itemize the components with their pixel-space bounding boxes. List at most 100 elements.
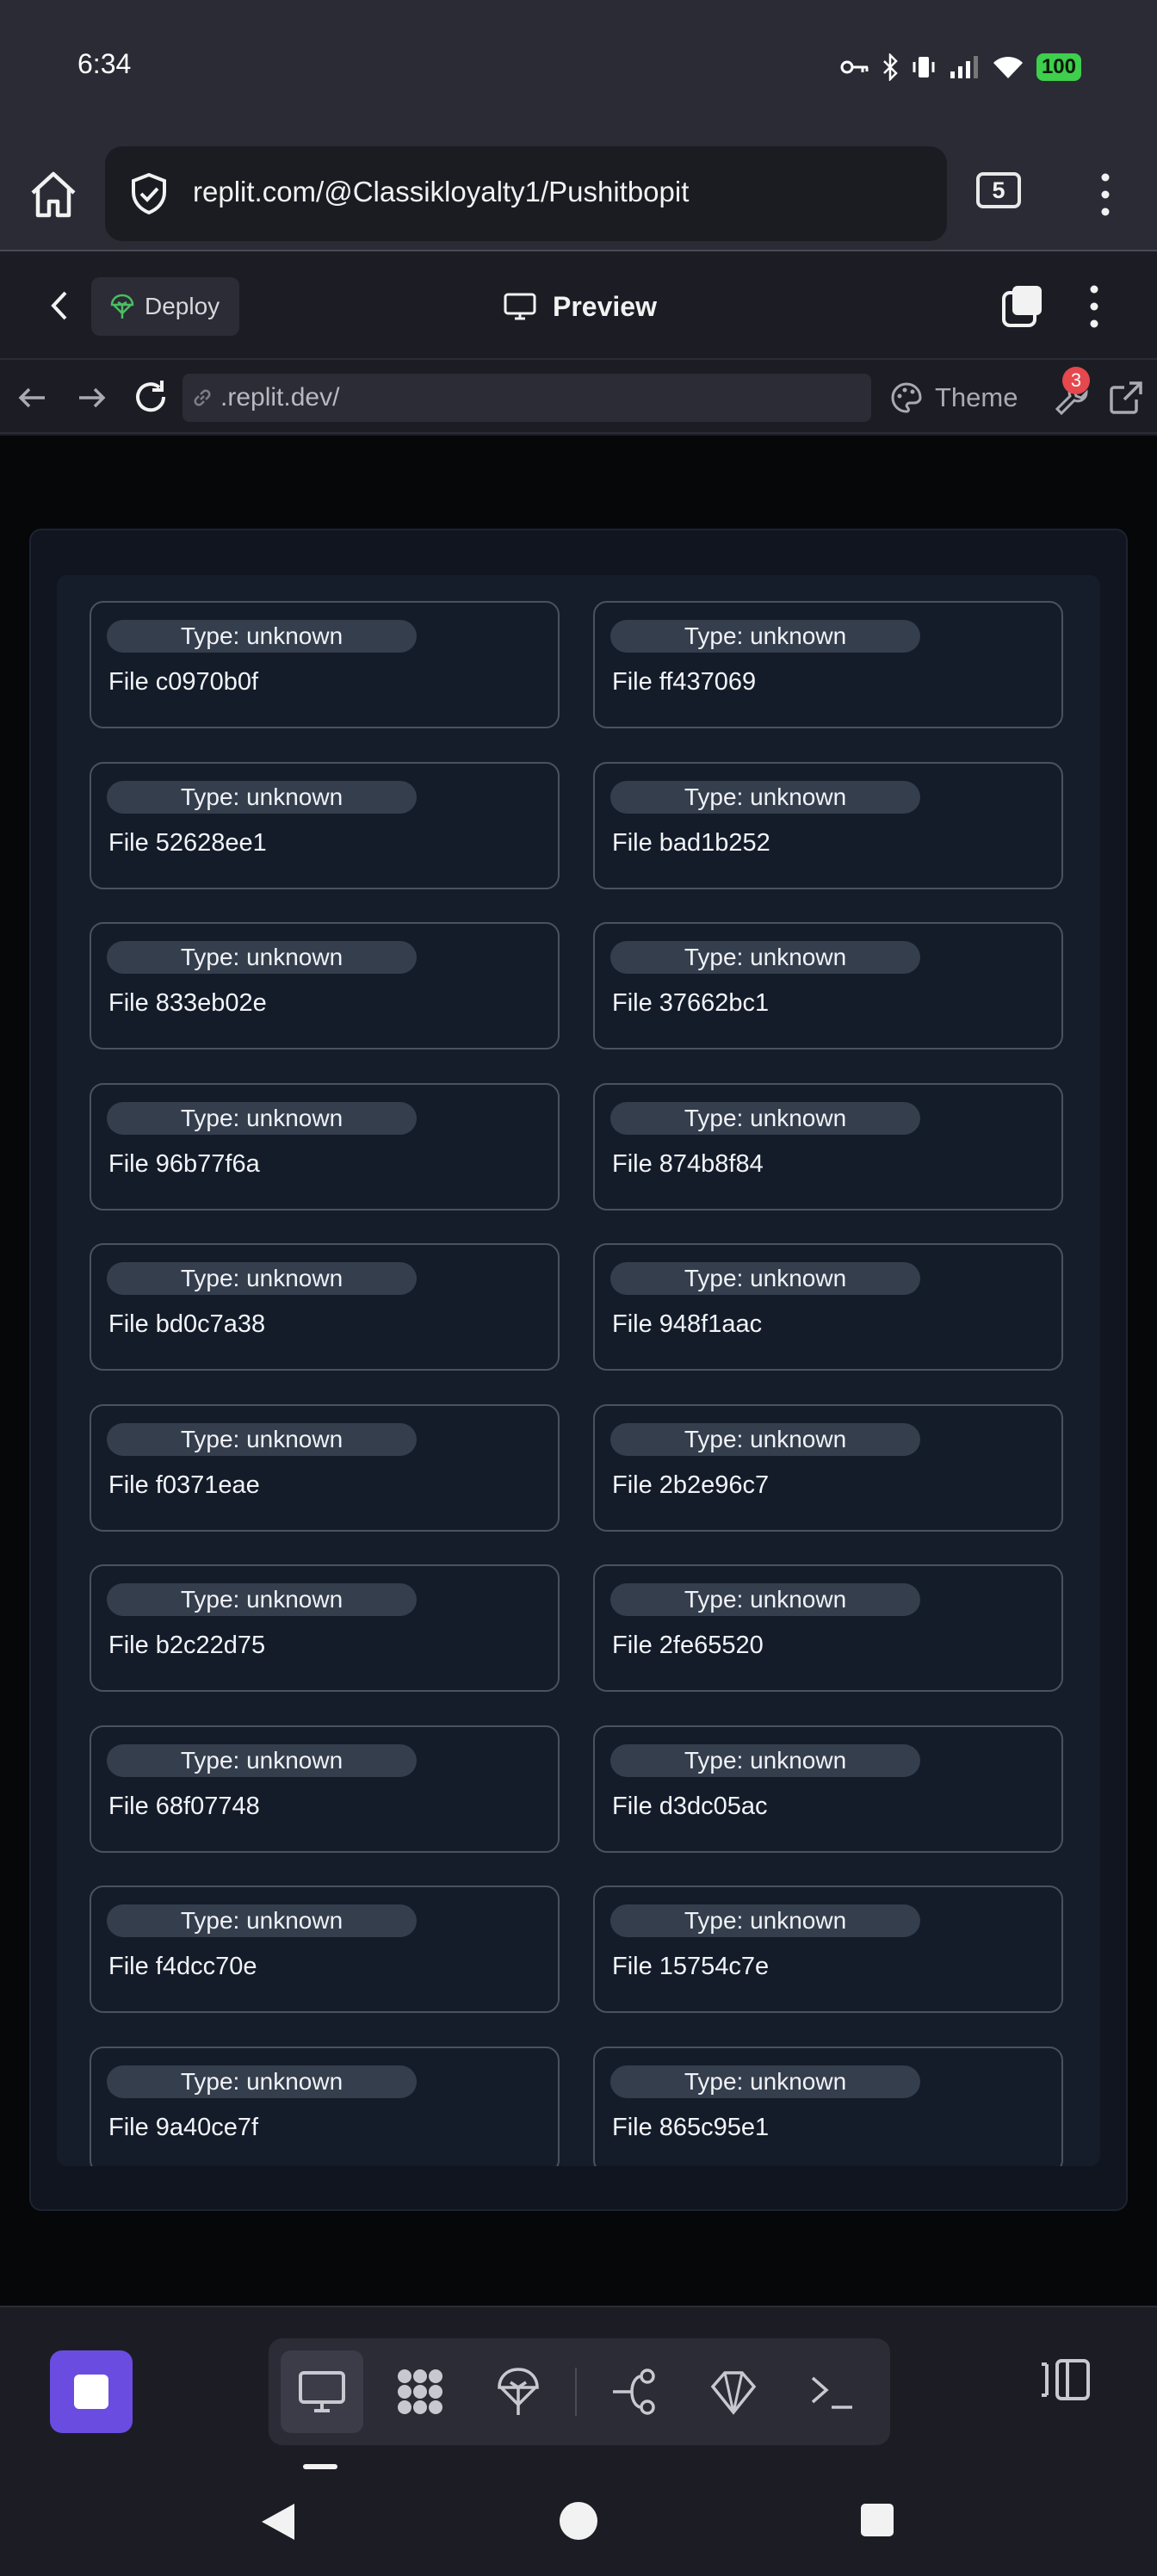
file-card[interactable]: Type: unknown File 37662bc1 [593, 922, 1063, 1050]
more-vert-icon[interactable] [1081, 279, 1107, 334]
tool-console[interactable] [790, 2350, 873, 2433]
file-card[interactable]: Type: unknown File 96b77f6a [90, 1082, 560, 1211]
vibrate-icon [913, 57, 935, 77]
file-name: File 948f1aac [612, 1310, 763, 1338]
webview-address-bar: .replit.dev/ Theme [0, 362, 1157, 434]
tool-apps[interactable] [379, 2350, 461, 2433]
tool-preview[interactable] [281, 2350, 363, 2433]
reload-icon[interactable] [131, 377, 170, 417]
signal-icon [950, 56, 978, 78]
arrow-left-icon[interactable] [14, 379, 52, 417]
more-vert-icon[interactable] [1092, 167, 1119, 222]
file-type-badge: Type: unknown [107, 2065, 417, 2098]
deploy-icon [110, 294, 134, 319]
link-icon [194, 389, 211, 406]
status-icons: 100 [840, 48, 1081, 86]
status-bar: 6:34 100 [0, 0, 1157, 138]
file-type-badge: Type: unknown [610, 1262, 920, 1295]
file-name: File c0970b0f [108, 668, 259, 696]
url-bar[interactable]: replit.com/@Classikloyalty1/Pushitbopit [105, 146, 947, 241]
console-icon [811, 2376, 852, 2409]
theme-button[interactable]: Theme [890, 377, 1018, 418]
file-card[interactable]: Type: unknown File 874b8f84 [593, 1082, 1063, 1211]
file-card[interactable]: Type: unknown File 833eb02e [90, 922, 560, 1050]
file-type-badge: Type: unknown [610, 1101, 920, 1135]
file-name: File 2b2e96c7 [612, 1471, 770, 1499]
browser-toolbar: replit.com/@Classikloyalty1/Pushitbopit … [0, 138, 1157, 251]
file-card[interactable]: Type: unknown File 2fe65520 [593, 1564, 1063, 1692]
file-card[interactable]: Type: unknown File c0970b0f [90, 601, 560, 728]
file-name: File bad1b252 [612, 828, 770, 857]
file-type-badge: Type: unknown [107, 620, 417, 653]
bluetooth-icon [883, 53, 898, 81]
tab-switcher-button[interactable]: 5 [976, 172, 1021, 208]
file-card[interactable]: Type: unknown File f0371eae [90, 1403, 560, 1532]
file-name: File 52628ee1 [108, 828, 267, 857]
tabs-icon[interactable] [999, 282, 1047, 331]
file-type-badge: Type: unknown [610, 1422, 920, 1456]
file-name: File f4dcc70e [108, 1953, 257, 1980]
file-type-badge: Type: unknown [610, 1743, 920, 1777]
file-name: File ff437069 [612, 668, 757, 696]
monitor-icon [299, 2371, 345, 2412]
file-card[interactable]: Type: unknown File 15754c7e [593, 1886, 1063, 2013]
file-card[interactable]: Type: unknown File bd0c7a38 [90, 1243, 560, 1371]
nav-home-icon[interactable] [558, 2500, 599, 2542]
file-card[interactable]: Type: unknown File 948f1aac [593, 1243, 1063, 1371]
nav-recents-icon[interactable] [859, 2502, 895, 2538]
git-icon [613, 2369, 655, 2415]
tool-git[interactable] [594, 2350, 677, 2433]
battery-indicator: 100 [1036, 53, 1081, 81]
arrow-right-icon[interactable] [72, 379, 110, 417]
nav-back-icon[interactable] [258, 2500, 296, 2543]
address-input[interactable]: .replit.dev/ [183, 374, 871, 422]
file-name: File f0371eae [108, 1471, 260, 1499]
file-card[interactable]: Type: unknown File 68f07748 [90, 1725, 560, 1853]
home-icon[interactable] [26, 167, 81, 222]
file-card[interactable]: Type: unknown File d3dc05ac [593, 1725, 1063, 1853]
file-name: File 96b77f6a [108, 1149, 260, 1178]
file-type-badge: Type: unknown [107, 941, 417, 974]
shield-check-icon[interactable] [127, 172, 170, 215]
file-name: File b2c22d75 [108, 1632, 266, 1659]
active-tab-indicator [303, 2464, 337, 2469]
file-card[interactable]: Type: unknown File f4dcc70e [90, 1886, 560, 2013]
file-list[interactable]: Type: unknown File c0970b0f Type: unknown F… [57, 575, 1100, 2166]
file-card[interactable]: Type: unknown File 865c95e1 [593, 2046, 1063, 2166]
preview-pane: Type: unknown File c0970b0f Type: unknown F… [0, 436, 1157, 2306]
external-link-icon[interactable] [1107, 379, 1145, 417]
file-card[interactable]: Type: unknown File bad1b252 [593, 761, 1063, 889]
panel-layout-icon[interactable] [1038, 2352, 1093, 2407]
file-name: File 68f07748 [108, 1792, 260, 1820]
url-text[interactable]: replit.com/@Classikloyalty1/Pushitbopit [193, 176, 689, 208]
file-type-badge: Type: unknown [107, 1422, 417, 1456]
dialog-panel: Type: unknown File c0970b0f Type: unknown F… [29, 529, 1128, 2211]
file-type-badge: Type: unknown [610, 780, 920, 814]
deploy-label: Deploy [145, 293, 220, 319]
file-name: File 15754c7e [612, 1953, 770, 1980]
file-name: File bd0c7a38 [108, 1310, 266, 1338]
tool-separator [575, 2368, 577, 2416]
stop-button[interactable] [50, 2350, 133, 2433]
status-time: 6:34 [77, 48, 132, 79]
file-card[interactable]: Type: unknown File 2b2e96c7 [593, 1403, 1063, 1532]
deploy-button[interactable]: Deploy [91, 277, 239, 336]
file-type-badge: Type: unknown [107, 1583, 417, 1616]
file-type-badge: Type: unknown [107, 1904, 417, 1937]
file-card[interactable]: Type: unknown File b2c22d75 [90, 1564, 560, 1692]
file-card[interactable]: Type: unknown File 52628ee1 [90, 761, 560, 889]
tool-agent[interactable] [692, 2350, 775, 2433]
chevron-left-icon[interactable] [38, 284, 81, 327]
preview-title: Preview [503, 282, 657, 331]
file-type-badge: Type: unknown [107, 780, 417, 814]
file-card[interactable]: Type: unknown File 9a40ce7f [90, 2046, 560, 2166]
file-card[interactable]: Type: unknown File ff437069 [593, 601, 1063, 728]
file-type-badge: Type: unknown [107, 1262, 417, 1295]
tool-deploy[interactable] [477, 2350, 560, 2433]
file-type-badge: Type: unknown [610, 620, 920, 653]
file-type-badge: Type: unknown [610, 1583, 920, 1616]
address-text[interactable]: .replit.dev/ [220, 383, 339, 412]
wifi-icon [993, 56, 1023, 78]
monitor-icon [504, 293, 536, 320]
file-name: File 37662bc1 [612, 989, 770, 1017]
